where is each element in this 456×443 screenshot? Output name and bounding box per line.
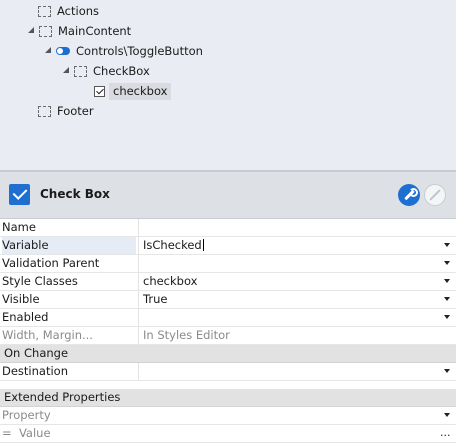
checkbox-checked-icon [9,184,30,205]
variable-value: IsChecked [143,238,202,252]
tree-item-label: MainContent [58,24,132,38]
visible-input[interactable]: True [143,291,167,308]
widget-title: Check Box [40,187,110,201]
tree-item-label: checkbox [109,82,172,100]
dropdown-arrow-icon[interactable] [444,369,450,373]
tree-item-togglebutton[interactable]: Controls\ToggleButton [44,41,203,61]
properties-header: Check Box [0,172,456,219]
section-gap [0,381,456,389]
dropdown-arrow-icon[interactable] [444,261,450,265]
dropdown-arrow-icon[interactable] [444,315,450,319]
property-grid: Name Variable IsChecked Validation Paren… [0,219,456,443]
ellipsis-button[interactable]: ... [440,425,451,442]
expand-arrow-icon[interactable] [44,47,52,55]
extended-property-input[interactable]: Property [2,407,136,424]
property-row-destination[interactable]: Destination [0,363,456,381]
dropdown-arrow-icon[interactable] [444,243,450,247]
tree-item-label: Footer [57,104,94,118]
equals-sign: = [2,426,12,440]
expand-arrow-icon[interactable] [62,67,70,75]
dropdown-arrow-icon[interactable] [444,297,450,301]
column-divider [138,309,139,326]
tree-item-label: Actions [57,4,100,18]
placeholder-icon [74,65,87,77]
tree-item-checkbox[interactable]: checkbox [94,81,172,101]
section-extended-properties[interactable]: Extended Properties [0,389,456,407]
variable-input[interactable]: IsChecked [143,237,204,254]
property-row-variable[interactable]: Variable IsChecked [0,237,456,255]
text-caret [202,239,204,251]
property-label: Destination [2,364,68,378]
property-label: Width, Margin... [2,328,93,342]
column-divider [138,219,139,236]
property-row-name[interactable]: Name [0,219,456,237]
column-divider [138,273,139,290]
tree-item-actions[interactable]: Actions [38,1,99,21]
expand-arrow-icon[interactable] [27,27,35,35]
property-row-width-margin[interactable]: Width, Margin... In Styles Editor [0,327,456,345]
placeholder-icon [39,25,52,37]
tree-item-footer[interactable]: Footer [38,101,94,121]
extended-property-row[interactable]: Property [0,407,456,425]
extended-value-input[interactable]: = Value [2,425,136,442]
section-label: On Change [4,346,69,360]
column-divider [138,363,139,380]
placeholder-icon [38,105,51,117]
styles-editor-link[interactable]: In Styles Editor [143,327,230,344]
column-divider [138,291,139,308]
property-label: Name [2,220,36,234]
property-label: Validation Parent [2,256,100,270]
column-divider [138,327,139,344]
property-row-style-classes[interactable]: Style Classes checkbox [0,273,456,291]
dropdown-arrow-icon[interactable] [444,413,450,417]
property-label: Style Classes [2,274,78,288]
tree-item-checkbox-container[interactable]: CheckBox [62,61,150,81]
dropdown-arrow-icon[interactable] [444,279,450,283]
column-divider [138,237,139,254]
disabled-icon[interactable] [424,184,446,206]
value-placeholder: Value [18,426,51,440]
property-row-validation-parent[interactable]: Validation Parent [0,255,456,273]
checkbox-icon [94,85,105,97]
property-label: Variable [2,237,136,254]
tree-item-maincontent[interactable]: MainContent [27,21,131,41]
style-classes-input[interactable]: checkbox [143,273,197,290]
tree-item-label: Controls\ToggleButton [76,44,203,58]
section-label: Extended Properties [4,390,121,404]
property-row-visible[interactable]: Visible True [0,291,456,309]
column-divider [138,255,139,272]
header-tools [398,184,448,206]
property-label: Enabled [2,310,49,324]
section-on-change[interactable]: On Change [0,345,456,363]
extended-value-row[interactable]: = Value ... [0,425,456,443]
element-tree: Actions MainContent Controls\ToggleButto… [0,0,456,170]
property-row-enabled[interactable]: Enabled [0,309,456,327]
tree-item-label: CheckBox [93,64,150,78]
toggle-icon [56,47,70,55]
wrench-icon[interactable] [398,184,420,206]
placeholder-icon [38,5,51,17]
property-label: Visible [2,292,40,306]
